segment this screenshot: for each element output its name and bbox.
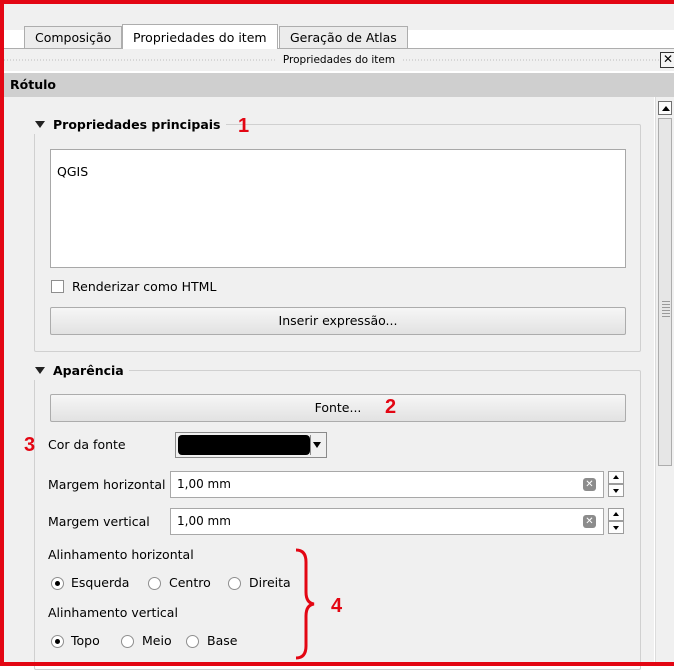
annotation-number-1: 1: [238, 115, 250, 137]
horizontal-alignment-label: Alinhamento horizontal: [48, 547, 194, 562]
group-main-properties-header[interactable]: Propriedades principais: [30, 116, 226, 134]
scroll-up-icon[interactable]: [658, 101, 672, 115]
radio-esquerda[interactable]: [51, 577, 64, 590]
radio-base-label[interactable]: Base: [207, 633, 237, 649]
margin-vertical-stepper[interactable]: [608, 508, 624, 534]
spin-up-icon[interactable]: [608, 471, 624, 484]
font-color-label: Cor da fonte: [48, 437, 126, 452]
font-button[interactable]: Fonte...: [50, 394, 626, 422]
insert-expression-button[interactable]: Inserir expressão...: [50, 307, 626, 335]
radio-centro-label[interactable]: Centro: [169, 575, 211, 591]
margin-vertical-input[interactable]: 1,00 mm: [170, 508, 604, 535]
radio-esquerda-label[interactable]: Esquerda: [71, 575, 129, 591]
radio-direita-label[interactable]: Direita: [249, 575, 291, 591]
radio-topo-label[interactable]: Topo: [71, 633, 100, 649]
group-appearance-title: Aparência: [53, 363, 124, 378]
radio-centro[interactable]: [148, 577, 161, 590]
label-text-area[interactable]: QGIS: [50, 149, 626, 268]
radio-meio[interactable]: [121, 635, 134, 648]
close-icon[interactable]: ✕: [660, 52, 674, 68]
radio-meio-label[interactable]: Meio: [142, 633, 172, 649]
render-html-label[interactable]: Renderizar como HTML: [72, 279, 216, 295]
margin-horizontal-stepper[interactable]: [608, 471, 624, 497]
scrollbar-thumb[interactable]: [658, 118, 672, 466]
annotation-brace: [295, 548, 315, 660]
radio-base[interactable]: [186, 635, 199, 648]
radio-topo[interactable]: [51, 635, 64, 648]
annotation-number-3: 3: [24, 434, 36, 456]
group-main-properties-title: Propriedades principais: [53, 117, 221, 132]
collapse-triangle-icon[interactable]: [35, 121, 45, 128]
render-html-checkbox[interactable]: [51, 280, 64, 293]
font-color-button[interactable]: [175, 432, 327, 458]
collapse-triangle-icon[interactable]: [35, 367, 45, 374]
group-appearance-header[interactable]: Aparência: [30, 362, 129, 380]
spin-down-icon[interactable]: [608, 521, 624, 534]
grip-icon: [662, 299, 670, 317]
font-color-swatch: [178, 435, 310, 455]
annotation-number-4: 4: [331, 595, 343, 617]
vertical-alignment-label: Alinhamento vertical: [48, 605, 178, 620]
annotation-number-2: 2: [385, 396, 397, 418]
clear-icon[interactable]: ✕: [583, 515, 596, 528]
vertical-scrollbar[interactable]: [655, 97, 674, 666]
margin-vertical-label: Margem vertical: [48, 514, 150, 529]
margin-horizontal-input[interactable]: 1,00 mm: [170, 471, 604, 498]
tab-propriedades-do-item[interactable]: Propriedades do item: [122, 24, 278, 49]
chevron-down-icon[interactable]: [310, 435, 324, 455]
dock-title: Propriedades do item: [274, 52, 404, 68]
spin-up-icon[interactable]: [608, 508, 624, 521]
dock-title-bar[interactable]: Propriedades do item: [4, 49, 674, 71]
radio-direita[interactable]: [228, 577, 241, 590]
tab-composicao[interactable]: Composição: [24, 26, 123, 48]
tab-geracao-de-atlas[interactable]: Geração de Atlas: [279, 26, 408, 48]
section-header-rotulo: Rótulo: [4, 73, 674, 97]
spin-down-icon[interactable]: [608, 484, 624, 497]
margin-horizontal-label: Margem horizontal: [48, 477, 166, 492]
clear-icon[interactable]: ✕: [583, 478, 596, 491]
